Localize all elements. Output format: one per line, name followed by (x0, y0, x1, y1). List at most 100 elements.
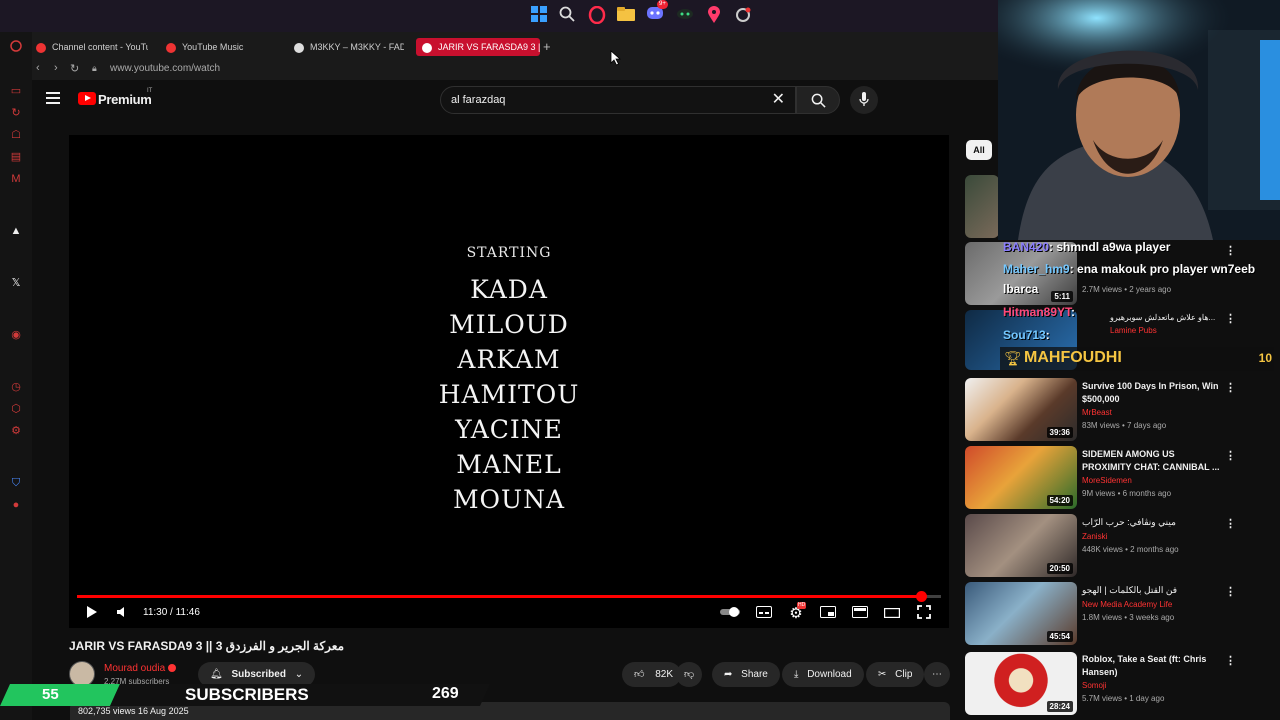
new-tab-button[interactable]: + (543, 40, 551, 53)
rec-thumbnail[interactable]: 28:24 (965, 652, 1077, 715)
chip-all[interactable]: All (966, 140, 992, 160)
maps-icon[interactable] (704, 6, 724, 26)
top-supporter-count: 10 (1258, 351, 1272, 365)
opera-sidebar: ▭ ↻ ☖ ▤ M ▲ 𝕏 ◉ ◷ ⬡ ⚙ ⛉ ● (0, 32, 32, 720)
rec-title[interactable]: Roblox, Take a Seat (ft: Chris Hansen) (1082, 653, 1222, 679)
rec-meta: 2.7M views • 2 years ago (1082, 285, 1172, 294)
rec-title[interactable]: SIDEMEN AMONG US PROXIMITY CHAT: CANNIBA… (1082, 448, 1222, 474)
messenger-icon[interactable]: ▭ (9, 84, 23, 98)
chat-username: BAN420 (1003, 240, 1050, 254)
more-vert-icon[interactable]: ⋮ (1225, 449, 1236, 462)
opera-logo-icon[interactable] (9, 40, 23, 54)
search-input[interactable]: al farazdaq ✕ (440, 86, 796, 114)
opera-gx-icon[interactable] (587, 5, 607, 26)
top-supporter-name: MAHFOUDHI (1024, 349, 1122, 366)
rec-channel[interactable]: MoreSidemen (1082, 476, 1132, 485)
bot-icon[interactable]: ☖ (9, 128, 23, 142)
tab-m3kky[interactable]: M3KKY – M3KKY - FADD (294, 38, 404, 56)
more-actions-button[interactable]: ⋯ (924, 662, 950, 687)
progress-bar[interactable] (77, 591, 941, 602)
trophy-icon: 🏆︎ (1004, 350, 1022, 366)
twitch-icon[interactable]: ▤ (9, 150, 23, 164)
settings-icon[interactable] (733, 6, 753, 26)
search-icon[interactable] (557, 6, 577, 26)
extensions-icon[interactable]: ⬡ (9, 402, 23, 416)
shield-icon[interactable]: ⛉ (9, 476, 23, 490)
like-button[interactable]: 👍︎ 82K (622, 662, 682, 687)
reload-icon[interactable]: ↻ (70, 62, 79, 75)
bell-icon: 🔔︎ (210, 669, 223, 680)
rec-channel[interactable]: Somoji (1082, 681, 1106, 690)
subscribed-label: Subscribed (231, 669, 286, 680)
rec-title[interactable]: ميني ونڨافي: حرب الرّاب (1082, 516, 1222, 529)
rec-title[interactable]: Survive 100 Days In Prison, Win $500,000 (1082, 380, 1222, 406)
fullscreen-button[interactable] (915, 605, 933, 623)
back-icon[interactable]: ‹ (36, 62, 40, 74)
rec-thumbnail[interactable] (965, 175, 999, 238)
hamburger-menu-icon[interactable] (46, 92, 60, 104)
forward-icon[interactable]: › (54, 62, 58, 74)
credit-name: MANEL (456, 450, 562, 479)
app-icon[interactable] (675, 6, 695, 26)
video-player[interactable]: STARTING KADA MILOUD ARKAM HAMITOU YACIN… (69, 135, 949, 628)
subtitles-button[interactable] (755, 605, 773, 623)
player-icon[interactable]: ◉ (9, 328, 23, 342)
settings-button[interactable]: ⚙ HD (787, 602, 807, 623)
duration-badge: 20:50 (1046, 563, 1073, 574)
dislike-button[interactable]: 👎︎ (676, 662, 703, 687)
rec-title[interactable]: فن القتل بالكلمات | الهجو (1082, 584, 1222, 597)
share-button[interactable]: ➦ Share (712, 662, 780, 687)
x-icon[interactable]: 𝕏 (9, 276, 23, 290)
download-button[interactable]: ⤓ Download (782, 662, 864, 687)
subscriber-goal-overlay: 55 SUBSCRIBERS 269 (0, 684, 500, 706)
clip-button[interactable]: ✂ Clip (866, 662, 925, 687)
credit-name: HAMITOU (438, 380, 580, 409)
rec-channel[interactable]: New Media Academy Life (1082, 600, 1172, 609)
theater-button[interactable] (883, 605, 901, 623)
rec-thumbnail[interactable]: 20:50 (965, 514, 1077, 577)
voice-search-button[interactable] (850, 86, 878, 114)
url-text[interactable]: www.youtube.com/watch (110, 63, 220, 74)
rec-thumbnail[interactable]: 45:54 (965, 582, 1077, 645)
clock-icon[interactable]: ◷ (9, 380, 23, 394)
subscriber-label: SUBSCRIBERS (185, 685, 309, 704)
autoplay-icon (720, 607, 740, 617)
scissors-icon: ✂ (878, 669, 887, 680)
adblock-icon[interactable]: ● (9, 498, 23, 512)
brand-label[interactable]: Premium (98, 92, 152, 107)
search-button[interactable] (796, 86, 840, 114)
music-icon[interactable]: M (9, 172, 23, 186)
youtube-logo-icon[interactable] (78, 92, 96, 105)
channel-name[interactable]: Mourad oudia (104, 663, 176, 674)
tab-youtube-music[interactable]: YouTube Music (166, 38, 266, 56)
discord-icon[interactable]: 9+ (645, 0, 668, 26)
tab-current-video[interactable]: JARIR VS FARASDA9 3 || (416, 38, 540, 56)
more-vert-icon[interactable]: ⋮ (1225, 381, 1236, 394)
more-vert-icon[interactable]: ⋮ (1225, 244, 1236, 257)
more-vert-icon[interactable]: ⋮ (1225, 654, 1236, 667)
pip-button[interactable] (851, 605, 869, 623)
progress-scrubber[interactable] (916, 591, 928, 602)
rec-channel[interactable]: MrBeast (1082, 408, 1112, 417)
file-explorer-icon[interactable] (616, 6, 636, 26)
tab-channel-content[interactable]: Channel content - YouTu (36, 38, 148, 56)
rec-thumbnail[interactable]: 39:36 (965, 378, 1077, 441)
volume-button[interactable] (113, 605, 131, 623)
more-vert-icon[interactable]: ⋮ (1225, 517, 1236, 530)
history-icon[interactable]: ↻ (9, 106, 23, 120)
rec-channel[interactable]: Zaniski (1082, 532, 1107, 541)
chat-username: Sou713 (1003, 328, 1046, 342)
autoplay-toggle[interactable] (719, 605, 743, 623)
chat-text: lbarca (1003, 282, 1039, 296)
clear-search-icon[interactable]: ✕ (772, 91, 785, 109)
windows-taskbar: 9+ (0, 0, 1000, 32)
windows-start-icon[interactable] (529, 6, 549, 26)
more-vert-icon[interactable]: ⋮ (1225, 312, 1236, 325)
gear-icon[interactable]: ⚙ (9, 424, 23, 438)
miniplayer-button[interactable] (819, 605, 837, 623)
rec-channel[interactable]: Lamine Pubs (1110, 326, 1157, 335)
arc-icon[interactable]: ▲ (9, 224, 23, 238)
more-vert-icon[interactable]: ⋮ (1225, 585, 1236, 598)
rec-thumbnail[interactable]: 54:20 (965, 446, 1077, 509)
play-button[interactable] (83, 605, 101, 623)
